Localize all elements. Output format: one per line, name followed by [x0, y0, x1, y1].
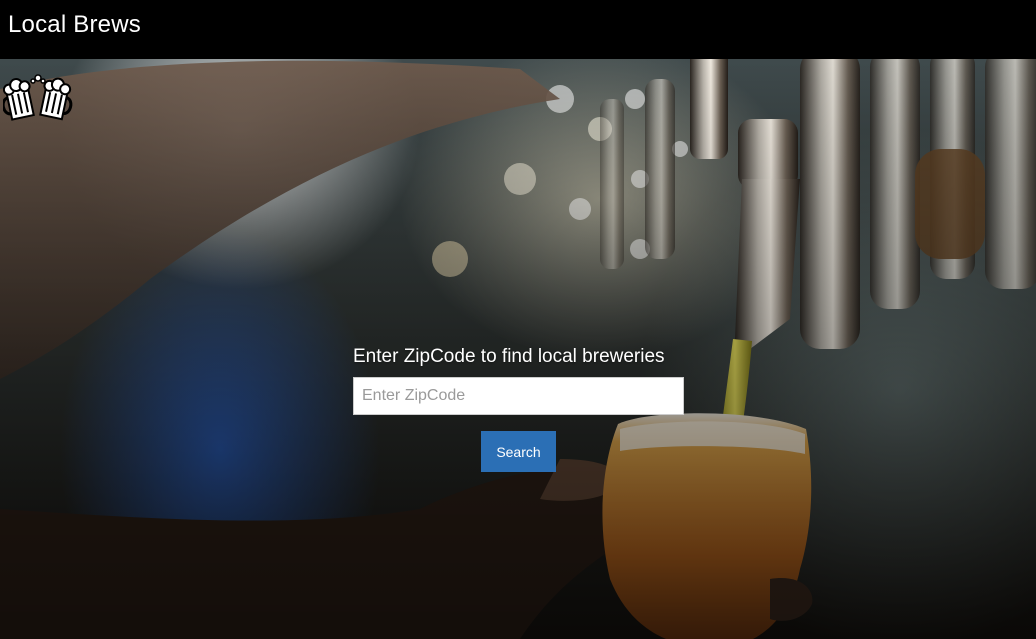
site-title[interactable]: Local Brews — [8, 11, 141, 39]
top-navbar: Local Brews — [0, 0, 1036, 59]
beer-mugs-logo[interactable] — [1, 73, 73, 121]
page: Local Brews Enter ZipCode to find local … — [0, 0, 1036, 639]
zipcode-input[interactable] — [353, 377, 684, 415]
zipcode-label: Enter ZipCode to find local breweries — [353, 346, 665, 367]
zipcode-search-form: Enter ZipCode to find local breweries Se… — [353, 343, 684, 472]
beer-mugs-cheers-icon — [1, 74, 73, 121]
search-button[interactable]: Search — [481, 431, 556, 472]
